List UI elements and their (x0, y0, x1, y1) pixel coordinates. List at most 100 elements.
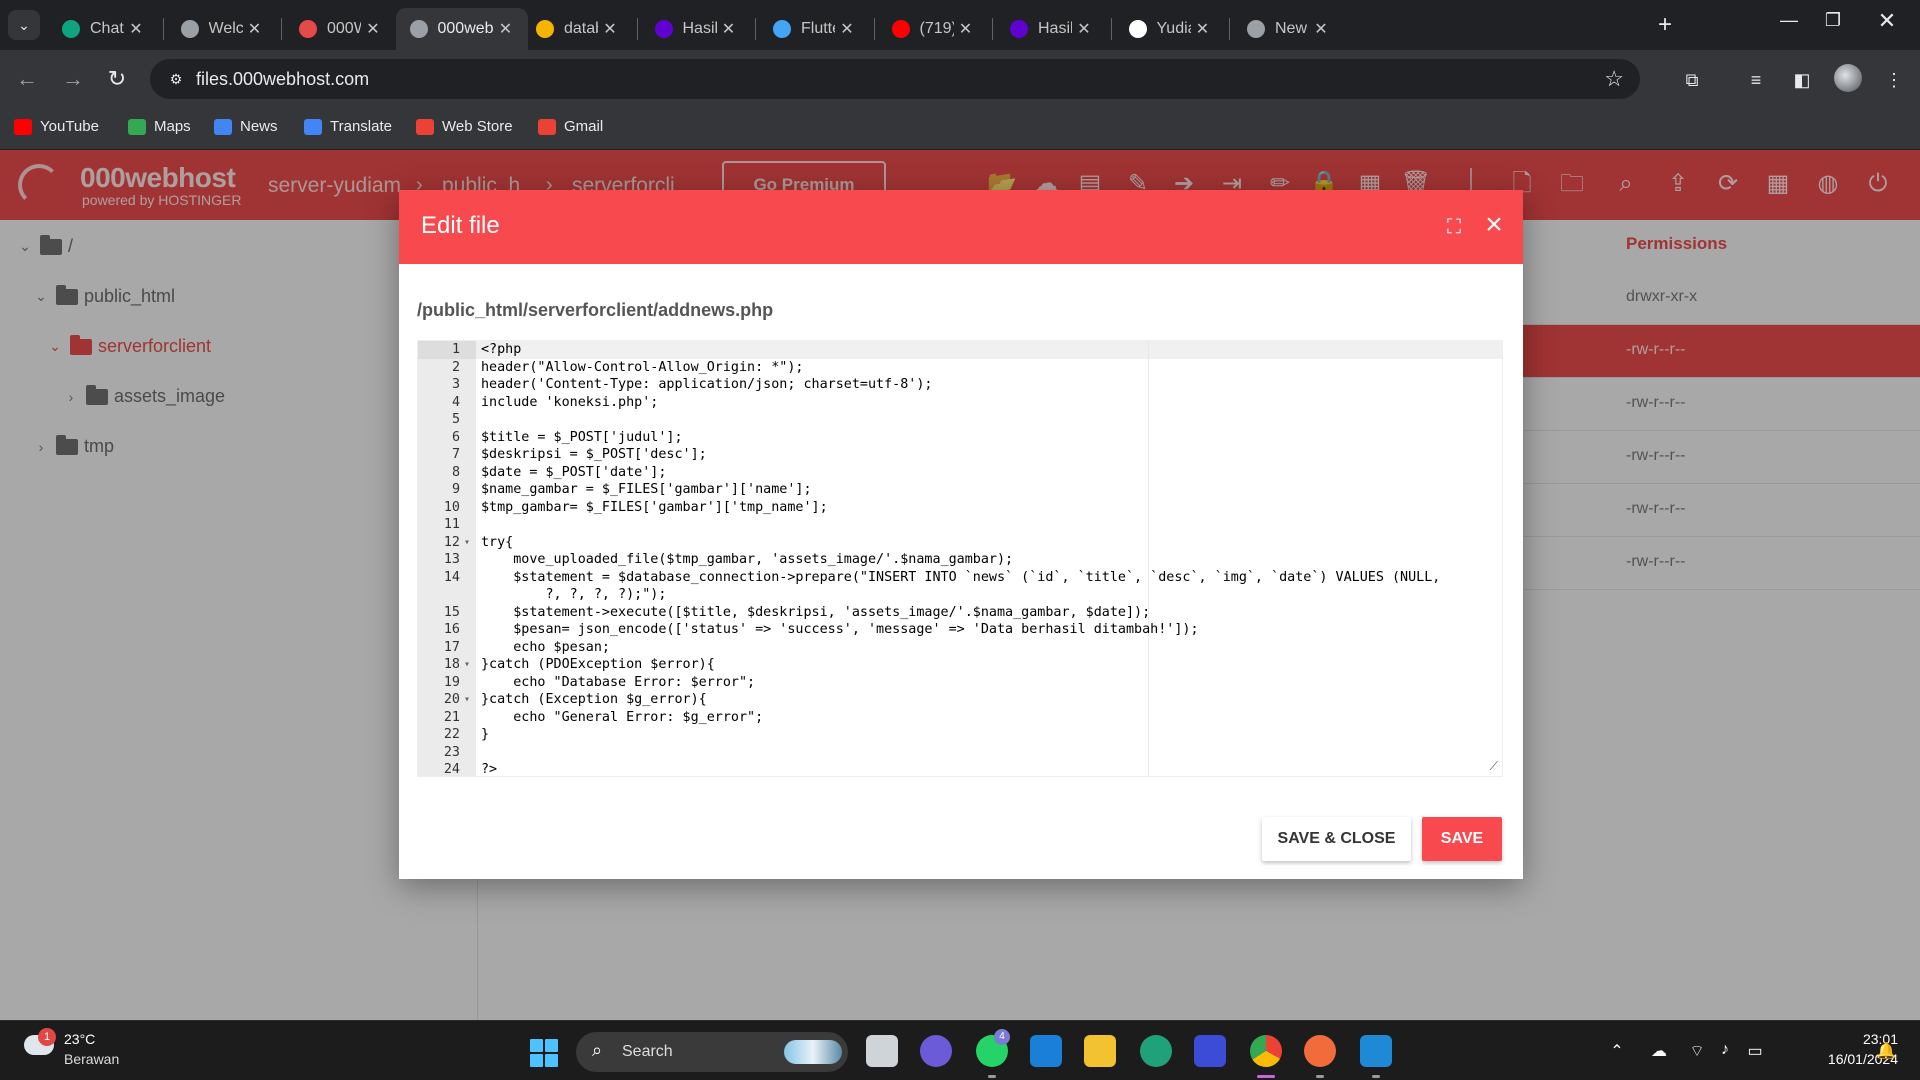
edge-icon[interactable] (1140, 1035, 1172, 1067)
tab-close-icon[interactable]: ✕ (1309, 19, 1333, 39)
bookmark-star-icon[interactable]: ☆ (1604, 66, 1624, 92)
code-line[interactable]: move_uploaded_file($tmp_gambar, 'assets_… (481, 551, 1013, 569)
browser-tab[interactable]: Flutter -✕ (759, 8, 869, 50)
code-line[interactable]: $statement->execute([$title, $deskripsi,… (481, 604, 1150, 622)
code-line[interactable]: $pesan= json_encode(['status' => 'succes… (481, 621, 1198, 639)
browser-tab[interactable]: 000Web✕ (285, 8, 395, 50)
battery-icon[interactable]: ▭ (1744, 1041, 1766, 1061)
chrome-icon[interactable] (1250, 1035, 1282, 1067)
postman-icon[interactable] (1304, 1035, 1336, 1067)
tab-close-icon[interactable]: ✕ (494, 19, 518, 39)
fold-toggle-icon[interactable]: ▾ (464, 534, 470, 552)
side-panel-icon[interactable]: ◧ (1788, 66, 1816, 94)
code-line[interactable]: include 'koneksi.php'; (481, 394, 658, 412)
code-line[interactable]: ?> (481, 761, 497, 776)
wifi-icon[interactable]: ⌔ (1686, 1041, 1708, 1061)
save-and-close-button[interactable]: SAVE & CLOSE (1262, 817, 1411, 861)
mail-icon[interactable] (1030, 1035, 1062, 1067)
code-line[interactable]: echo $pesan; (481, 639, 610, 657)
code-line[interactable]: $title = $_POST['judul']; (481, 429, 683, 447)
line-number: 5 (451, 412, 460, 427)
resize-handle-icon[interactable]: ⟋ (1490, 759, 1498, 774)
weather-description[interactable]: Berawan (64, 1051, 119, 1067)
tab-close-icon[interactable]: ✕ (1072, 19, 1096, 39)
bookmark-web-store[interactable]: Web Store (416, 118, 513, 135)
tab-close-icon[interactable]: ✕ (717, 19, 741, 39)
browser-tab[interactable]: Hasil Ca✕ (641, 8, 751, 50)
more-menu-icon[interactable]: ⋮ (1880, 66, 1908, 94)
back-button[interactable]: ← (12, 64, 42, 94)
new-tab-button[interactable]: + (1652, 12, 1678, 38)
tab-close-icon[interactable]: ✕ (124, 19, 148, 39)
profile-avatar[interactable] (1834, 64, 1862, 92)
browser-tab[interactable]: (719) #G✕ (878, 8, 988, 50)
tab-close-icon[interactable]: ✕ (954, 19, 978, 39)
bookmark-maps[interactable]: Maps (128, 118, 191, 135)
app-launcher-icon[interactable] (1194, 1035, 1226, 1067)
volume-icon[interactable]: ♪ (1714, 1041, 1736, 1059)
close-icon[interactable]: × (1479, 210, 1509, 240)
browser-tab[interactable]: databas✕ (522, 8, 632, 50)
forward-button[interactable]: → (58, 64, 88, 94)
restore-button[interactable]: ❐ (1818, 10, 1848, 31)
bookmark-gmail[interactable]: Gmail (538, 118, 603, 135)
translate-icon (304, 118, 322, 135)
save-button[interactable]: SAVE (1422, 817, 1502, 861)
extensions-icon[interactable]: ⧉ (1678, 66, 1706, 94)
code-line[interactable]: ?, ?, ?, ?);"); (481, 586, 666, 604)
search-label: Search (622, 1043, 673, 1060)
code-line[interactable]: try{ (481, 534, 513, 552)
code-line[interactable]: }catch (Exception $g_error){ (481, 691, 707, 709)
task-view-icon[interactable] (866, 1035, 898, 1067)
news-icon (214, 118, 232, 135)
browser-tab[interactable]: Welcome✕ (167, 8, 277, 50)
code-line[interactable]: $statement = $database_connection->prepa… (481, 569, 1440, 587)
code-line[interactable]: }catch (PDOException $error){ (481, 656, 715, 674)
media-controls-icon[interactable]: ≡ (1742, 66, 1770, 94)
fullscreen-icon[interactable]: ⛶ (1441, 214, 1467, 240)
tab-separator (755, 18, 756, 40)
site-info-icon[interactable]: ⚙ (166, 69, 186, 89)
browser-tab[interactable]: Hasil Ca✕ (996, 8, 1106, 50)
code-line[interactable]: <?php (481, 341, 521, 359)
code-line[interactable]: $name_gambar = $_FILES['gambar']['name']… (481, 481, 812, 499)
browser-tab[interactable]: 000webl ✕ (395, 8, 528, 50)
onedrive-icon[interactable]: ☁ (1648, 1041, 1670, 1061)
browser-tab[interactable]: ChatGPT✕ (48, 8, 158, 50)
notification-bell-icon[interactable]: 🔔 (1876, 1041, 1896, 1061)
code-line[interactable]: echo "Database Error: $error"; (481, 674, 755, 692)
tab-close-icon[interactable]: ✕ (598, 19, 622, 39)
minimize-button[interactable]: — (1774, 10, 1804, 31)
code-line[interactable]: $tmp_gambar= $_FILES['gambar']['tmp_name… (481, 499, 828, 517)
tab-close-icon[interactable]: ✕ (243, 19, 267, 39)
fold-toggle-icon[interactable]: ▾ (464, 656, 470, 674)
close-window-button[interactable]: ✕ (1872, 8, 1902, 34)
reload-button[interactable]: ↻ (102, 64, 132, 94)
bookmark-translate[interactable]: Translate (304, 118, 392, 135)
code-line[interactable]: } (481, 726, 489, 744)
browser-tab[interactable]: New Tab✕ (1233, 8, 1343, 50)
chevron-up-icon[interactable]: ⌃ (1606, 1041, 1628, 1061)
teams-icon[interactable] (920, 1035, 952, 1067)
bookmark-youtube[interactable]: YouTube (14, 118, 99, 135)
address-bar[interactable]: ⚙ files.000webhost.com ☆ (150, 59, 1640, 99)
code-line[interactable]: header("Allow-Control-Allow_Origin: *"); (481, 359, 803, 377)
tab-close-icon[interactable]: ✕ (361, 19, 385, 39)
tab-close-icon[interactable]: ✕ (1191, 19, 1215, 39)
tab-search-button[interactable]: ⌄ (8, 10, 40, 40)
windows-start-button[interactable] (530, 1039, 558, 1067)
taskbar-search[interactable]: ⌕ Search (576, 1032, 848, 1072)
code-line[interactable]: $deskripsi = $_POST['desc']; (481, 446, 707, 464)
vscode-icon[interactable] (1360, 1035, 1392, 1067)
tab-close-icon[interactable]: ✕ (835, 19, 859, 39)
fold-toggle-icon[interactable]: ▾ (464, 691, 470, 709)
code-line[interactable]: echo "General Error: $g_error"; (481, 709, 763, 727)
url-text[interactable]: files.000webhost.com (196, 69, 369, 90)
code-editor[interactable]: 1 <?php 2 header("Allow-Control-Allow_Origi… (417, 340, 1503, 777)
code-line[interactable]: header('Content-Type: application/json; … (481, 376, 932, 394)
code-line[interactable]: $date = $_POST['date']; (481, 464, 666, 482)
weather-temperature[interactable]: 23°C (64, 1031, 95, 1047)
bookmark-news[interactable]: News (214, 118, 278, 135)
file-explorer-icon[interactable] (1084, 1035, 1116, 1067)
browser-tab[interactable]: YudiaM/✕ (1115, 8, 1225, 50)
